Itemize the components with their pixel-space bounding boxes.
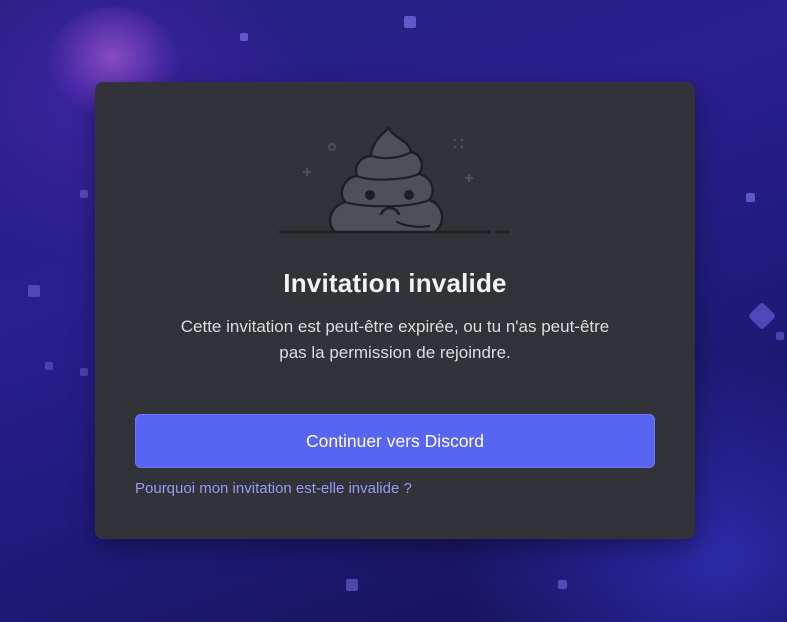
modal-title: Invitation invalide bbox=[283, 268, 507, 298]
continue-to-discord-button[interactable]: Continuer vers Discord bbox=[135, 414, 655, 468]
background-sparkle bbox=[28, 285, 40, 297]
background-sparkle bbox=[746, 193, 755, 202]
sad-poop-icon bbox=[278, 126, 511, 234]
background-sparkle bbox=[776, 332, 784, 340]
description-line: Cette invitation est peut-être expirée, … bbox=[180, 317, 610, 336]
background-sparkle bbox=[45, 362, 53, 370]
background-sparkle bbox=[80, 368, 88, 376]
why-invalid-link[interactable]: Pourquoi mon invitation est-elle invalid… bbox=[135, 480, 412, 497]
modal-description: Cette invitation est peut-être expirée, … bbox=[135, 314, 655, 366]
background-sparkle bbox=[558, 580, 567, 589]
invalid-invite-modal: Invitation invalide Cette invitation est… bbox=[95, 82, 695, 539]
background-sparkle bbox=[346, 579, 358, 591]
background-sparkle bbox=[80, 190, 88, 198]
background-sparkle bbox=[240, 33, 248, 41]
background-diamond bbox=[747, 301, 777, 331]
background-sparkle bbox=[404, 16, 416, 28]
description-line: pas la permission de rejoindre. bbox=[279, 343, 511, 362]
